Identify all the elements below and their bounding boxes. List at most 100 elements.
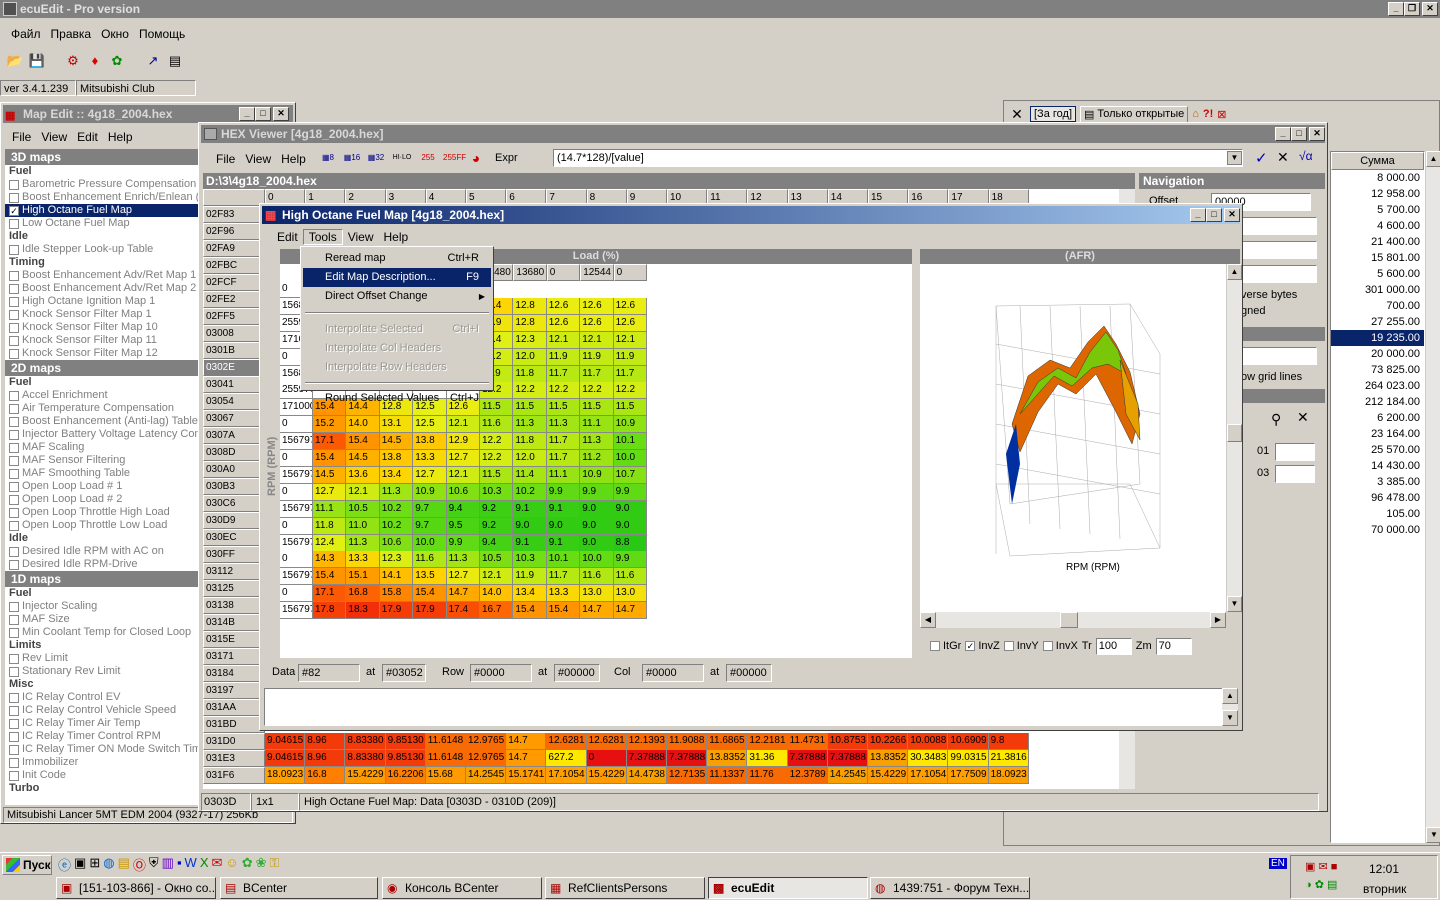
hex-cell[interactable]: 12.3789	[787, 767, 828, 784]
only-open-button[interactable]: ▤ Только открытые	[1080, 105, 1189, 123]
map-item-checkbox-checked[interactable]: ✓	[9, 205, 19, 216]
map-item-checkbox[interactable]	[9, 416, 19, 427]
hex-address[interactable]: 03112	[203, 563, 265, 580]
map-item-checkbox[interactable]	[9, 692, 19, 703]
map-item[interactable]: Knock Sensor Filter Map 11	[5, 334, 199, 347]
desc-scroll-up[interactable]: ▲	[1222, 688, 1238, 704]
hilo-icon[interactable]: HI·LO	[391, 149, 413, 167]
map-item[interactable]: MAF Smoothing Table	[5, 467, 199, 480]
fuel-map-menu-help[interactable]: Help	[379, 230, 414, 244]
rpm-row-header[interactable]: 156797	[280, 602, 313, 620]
hex-address[interactable]: 031E3	[203, 750, 265, 767]
fuel-map-menu-tools[interactable]: Tools	[302, 229, 343, 245]
maximize-button[interactable]: ❐	[1404, 2, 1420, 16]
map-item-checkbox[interactable]	[9, 244, 19, 255]
afr-cell[interactable]: 10.9	[580, 466, 614, 484]
sum-value[interactable]: 27 255.00	[1331, 314, 1424, 330]
ecu-info-icon[interactable]: ⚙	[64, 52, 82, 70]
rpm-row-header[interactable]: 156797	[280, 500, 313, 518]
menu-window[interactable]: Окно	[96, 27, 134, 41]
afr-cell[interactable]: 15.2	[313, 416, 347, 434]
map-item[interactable]: IC Relay Timer ON Mode Switch Time	[5, 743, 199, 756]
afr-cell[interactable]: 18.3	[346, 602, 380, 620]
rpm-row-header[interactable]: 156797	[280, 466, 313, 484]
hex-address[interactable]: 03138	[203, 597, 265, 614]
sum-value[interactable]: 70 000.00	[1331, 522, 1424, 538]
afr-cell[interactable]: 9.0	[613, 517, 647, 535]
afr-cell[interactable]: 11.8	[513, 365, 547, 383]
map-item[interactable]: MAF Scaling	[5, 441, 199, 454]
afr-cell[interactable]: 12.0	[513, 450, 547, 467]
hex-cell[interactable]: 31.36	[747, 750, 788, 767]
sum-value[interactable]: 20 000.00	[1331, 346, 1424, 362]
map-item-checkbox[interactable]	[9, 270, 19, 281]
hex-cell[interactable]: 13.8352	[868, 750, 909, 767]
afr-cell[interactable]: 12.6	[613, 297, 647, 315]
hex-cell[interactable]: 7.37888	[667, 750, 708, 767]
hex-cell[interactable]: 8.96	[305, 750, 346, 767]
afr-cell[interactable]: 11.6	[480, 416, 514, 434]
map-item[interactable]: Barometric Pressure Compensation	[5, 178, 199, 191]
hex-cell[interactable]: 12.7135	[667, 767, 708, 784]
hex-cell[interactable]: 15.4229	[345, 767, 386, 784]
map-item-checkbox[interactable]	[9, 481, 19, 492]
afr-cell[interactable]: 17.1	[313, 585, 347, 603]
expr-dropdown-arrow[interactable]: ▼	[1227, 151, 1242, 165]
hex-address[interactable]: 02FE2	[203, 291, 265, 308]
map-item[interactable]: Idle Stepper Look-up Table	[5, 243, 199, 256]
afr-cell[interactable]: 11.1	[546, 466, 581, 484]
nav-select-1[interactable]	[1241, 241, 1317, 259]
cancel-x-icon[interactable]: ✕	[1277, 149, 1289, 166]
load-column-header[interactable]: 0	[613, 264, 647, 281]
taskbar-button[interactable]: ▣ [151-103-866] - Окно со...	[56, 877, 216, 899]
afr-cell[interactable]: 11.7	[546, 365, 581, 383]
afr-cell[interactable]: 14.5	[313, 466, 347, 484]
afr-cell[interactable]: 14.3	[313, 551, 347, 569]
sum-scrollbar[interactable]: ▲ ▼	[1425, 151, 1440, 843]
afr-cell[interactable]: 12.2	[480, 450, 514, 467]
hex-address[interactable]: 0314B	[203, 614, 265, 631]
map-item[interactable]: Desired Idle RPM with AC on	[5, 545, 199, 558]
afr-cell[interactable]: 11.7	[580, 365, 614, 383]
map-item-checkbox[interactable]	[9, 218, 19, 229]
hex-address[interactable]: 031D0	[203, 733, 265, 750]
afr-cell[interactable]: 11.3	[446, 551, 480, 569]
nav-select-2[interactable]	[1241, 265, 1317, 283]
hex-address[interactable]: 03197	[203, 682, 265, 699]
map-item[interactable]: Accel Enrichment	[5, 389, 199, 402]
hex-cell[interactable]: 8.83380	[345, 733, 386, 750]
exit-icon[interactable]: ⊠	[1217, 108, 1226, 121]
afr-cell[interactable]: 11.9	[546, 348, 581, 366]
rpm-row-header[interactable]: 156797	[280, 534, 313, 552]
afr-cell[interactable]: 13.0	[580, 585, 614, 603]
hex-cell[interactable]: 15.4229	[868, 767, 909, 784]
map-item[interactable]: Open Loop Throttle High Load	[5, 506, 199, 519]
hex-address[interactable]: 030D9	[203, 512, 265, 529]
hex-cell[interactable]: 18.0923	[265, 767, 306, 784]
invx-checkbox[interactable]: InvX	[1042, 640, 1078, 653]
nav-field-2[interactable]	[1241, 217, 1317, 235]
afr-cell[interactable]: 17.9	[379, 602, 414, 620]
map-item-checkbox[interactable]	[9, 601, 19, 612]
afr-cell[interactable]: 12.6	[580, 314, 614, 332]
view-32-icon[interactable]: ▦32	[367, 149, 385, 167]
invy-checkbox[interactable]: InvY	[1003, 640, 1039, 653]
network-icon[interactable]: ⊞	[89, 855, 100, 874]
map-item[interactable]: Open Loop Load # 2	[5, 493, 199, 506]
afr-cell[interactable]: 12.7	[446, 568, 480, 586]
afr-cell[interactable]: 12.3	[513, 331, 547, 349]
map-item-checkbox[interactable]	[9, 348, 19, 359]
afr-cell[interactable]: 11.1	[580, 416, 614, 434]
hex-cell[interactable]: 7.37888	[827, 750, 868, 767]
hex-cell[interactable]: 14.4738	[626, 767, 667, 784]
afr-cell[interactable]: 13.4	[513, 585, 547, 603]
map-item[interactable]: Open Loop Load # 1	[5, 480, 199, 493]
folder-icon[interactable]: ▤	[118, 855, 130, 874]
afr-cell[interactable]: 12.1	[613, 331, 647, 349]
hex-cell[interactable]: 14.2545	[466, 767, 507, 784]
afr-cell[interactable]: 13.8	[413, 433, 447, 451]
load-column-header[interactable]: 13680	[513, 264, 547, 281]
hex-address[interactable]: 031BD	[203, 716, 265, 733]
hex-address[interactable]: 030FF	[203, 546, 265, 563]
afr-cell[interactable]: 10.2	[379, 517, 414, 535]
